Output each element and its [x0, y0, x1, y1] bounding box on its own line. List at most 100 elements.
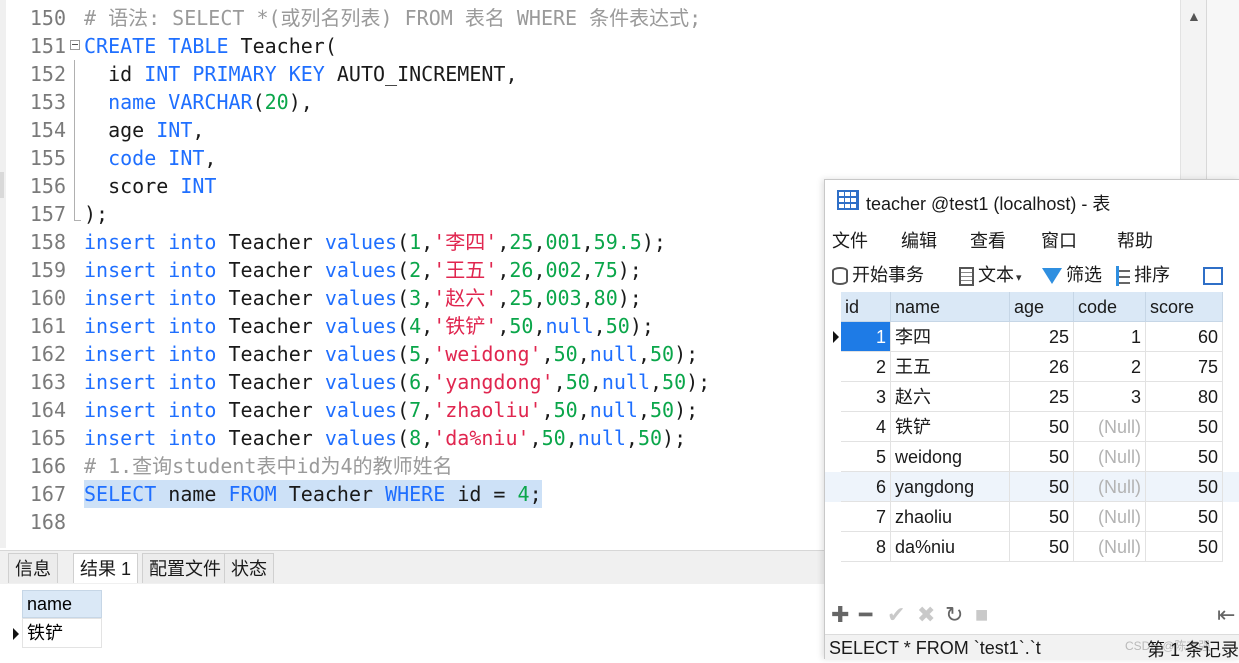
cell-id[interactable]: 2 — [841, 352, 891, 382]
table-row[interactable]: 7 zhaoliu 50 (Null) 50 — [825, 502, 1239, 532]
result-cell[interactable]: 铁铲 — [22, 618, 102, 648]
cell-score[interactable]: 50 — [1146, 532, 1223, 562]
line-number: 159 — [29, 258, 66, 282]
code-token: code INT — [108, 146, 205, 170]
tab-info[interactable]: 信息 — [8, 553, 58, 583]
table-row[interactable]: 2 王五 26 2 75 — [825, 352, 1239, 382]
code-token: Teacher — [228, 398, 325, 422]
table-row[interactable]: 3 赵六 25 3 80 — [825, 382, 1239, 412]
code-token: insert into — [84, 370, 229, 394]
table-row[interactable]: 6 yangdong 50 (Null) 50 — [825, 472, 1239, 502]
refresh-icon[interactable]: ↻ — [945, 602, 963, 628]
cell-id[interactable]: 4 — [841, 412, 891, 442]
export-button[interactable] — [1203, 258, 1227, 292]
code-token: values — [324, 258, 398, 282]
code-token: null — [589, 342, 638, 366]
line-number: 157 — [29, 202, 66, 226]
menu-window[interactable]: 窗口 — [1041, 226, 1077, 256]
cell-id[interactable]: 1 — [841, 322, 891, 352]
code-token: insert into — [84, 426, 229, 450]
cell-code[interactable]: (Null) — [1074, 442, 1146, 472]
cell-name[interactable]: zhaoliu — [891, 502, 1010, 532]
cell-age[interactable]: 25 — [1010, 322, 1074, 352]
cell-name[interactable]: yangdong — [891, 472, 1010, 502]
window-titlebar[interactable]: teacher @test1 (localhost) - 表 — [825, 180, 1239, 222]
table-row[interactable]: 5 weidong 50 (Null) 50 — [825, 442, 1239, 472]
code-token: , — [421, 314, 434, 338]
begin-transaction-button[interactable]: 开始事务 — [832, 258, 924, 292]
cell-score[interactable]: 50 — [1146, 472, 1223, 502]
cell-score[interactable]: 75 — [1146, 352, 1223, 382]
code-token: Teacher — [228, 314, 325, 338]
cell-name[interactable]: 铁铲 — [891, 412, 1010, 442]
remove-icon[interactable]: ━ — [859, 602, 872, 628]
fold-collapse-icon[interactable] — [70, 40, 80, 50]
cell-code[interactable]: (Null) — [1074, 472, 1146, 502]
cell-name[interactable]: 赵六 — [891, 382, 1010, 412]
cell-code[interactable]: (Null) — [1074, 502, 1146, 532]
menu-edit[interactable]: 编辑 — [901, 226, 937, 256]
cell-id[interactable]: 7 — [841, 502, 891, 532]
cell-age[interactable]: 50 — [1010, 412, 1074, 442]
code-token: 50 — [541, 426, 566, 450]
cell-id[interactable]: 8 — [841, 532, 891, 562]
menu-file[interactable]: 文件 — [832, 226, 868, 256]
cell-code[interactable]: (Null) — [1074, 532, 1146, 562]
code-token: 26 — [509, 258, 534, 282]
result-column-header[interactable]: name — [22, 590, 102, 618]
cell-age[interactable]: 25 — [1010, 382, 1074, 412]
code-token: values — [324, 286, 398, 310]
cell-name[interactable]: weidong — [891, 442, 1010, 472]
cell-age[interactable]: 50 — [1010, 532, 1074, 562]
table-row[interactable]: 8 da%niu 50 (Null) 50 — [825, 532, 1239, 562]
column-header-age[interactable]: age — [1010, 292, 1074, 322]
cell-code[interactable]: (Null) — [1074, 412, 1146, 442]
tab-status[interactable]: 状态 — [224, 553, 274, 583]
cell-name[interactable]: 李四 — [891, 322, 1010, 352]
tab-result-1[interactable]: 结果 1 — [73, 553, 139, 583]
cell-score[interactable]: 50 — [1146, 502, 1223, 532]
code-token: Teacher — [228, 342, 325, 366]
cell-id[interactable]: 3 — [841, 382, 891, 412]
code-token: ( — [397, 286, 410, 310]
cell-name[interactable]: da%niu — [891, 532, 1010, 562]
column-header-score[interactable]: score — [1146, 292, 1223, 322]
code-token: 001 — [545, 230, 582, 254]
document-icon — [959, 266, 974, 286]
cell-score[interactable]: 50 — [1146, 412, 1223, 442]
table-row[interactable]: 4 铁铲 50 (Null) 50 — [825, 412, 1239, 442]
cancel-icon[interactable]: ✖ — [917, 602, 935, 628]
text-button[interactable]: 文本 ▾ — [959, 258, 1022, 292]
first-page-icon[interactable]: ⇤ — [1217, 602, 1235, 628]
column-header-id[interactable]: id — [841, 292, 891, 322]
stop-icon[interactable]: ■ — [975, 602, 988, 628]
table-row[interactable]: 1 李四 25 1 60 — [825, 322, 1239, 352]
cell-score[interactable]: 60 — [1146, 322, 1223, 352]
cell-score[interactable]: 80 — [1146, 382, 1223, 412]
cell-score[interactable]: 50 — [1146, 442, 1223, 472]
code-token: 'weidong' — [433, 342, 542, 366]
check-icon[interactable]: ✔ — [887, 602, 905, 628]
add-icon[interactable]: ✚ — [831, 602, 849, 628]
line-number: 155 — [29, 146, 66, 170]
cell-age[interactable]: 26 — [1010, 352, 1074, 382]
cell-id[interactable]: 6 — [841, 472, 891, 502]
sort-button[interactable]: 排序 — [1116, 258, 1170, 292]
menu-help[interactable]: 帮助 — [1117, 226, 1153, 256]
cell-code[interactable]: 2 — [1074, 352, 1146, 382]
code-token: ), — [288, 90, 313, 114]
cell-age[interactable]: 50 — [1010, 472, 1074, 502]
cell-code[interactable]: 1 — [1074, 322, 1146, 352]
cell-code[interactable]: 3 — [1074, 382, 1146, 412]
cell-age[interactable]: 50 — [1010, 442, 1074, 472]
column-header-name[interactable]: name — [891, 292, 1010, 322]
cell-age[interactable]: 50 — [1010, 502, 1074, 532]
menu-view[interactable]: 查看 — [970, 226, 1006, 256]
cell-id[interactable]: 5 — [841, 442, 891, 472]
cell-name[interactable]: 王五 — [891, 352, 1010, 382]
tab-profile[interactable]: 配置文件 — [142, 553, 228, 583]
code-token: null — [577, 426, 626, 450]
filter-button[interactable]: 筛选 — [1042, 258, 1102, 292]
scroll-up-icon[interactable]: ▲ — [1187, 8, 1201, 24]
column-header-code[interactable]: code — [1074, 292, 1146, 322]
